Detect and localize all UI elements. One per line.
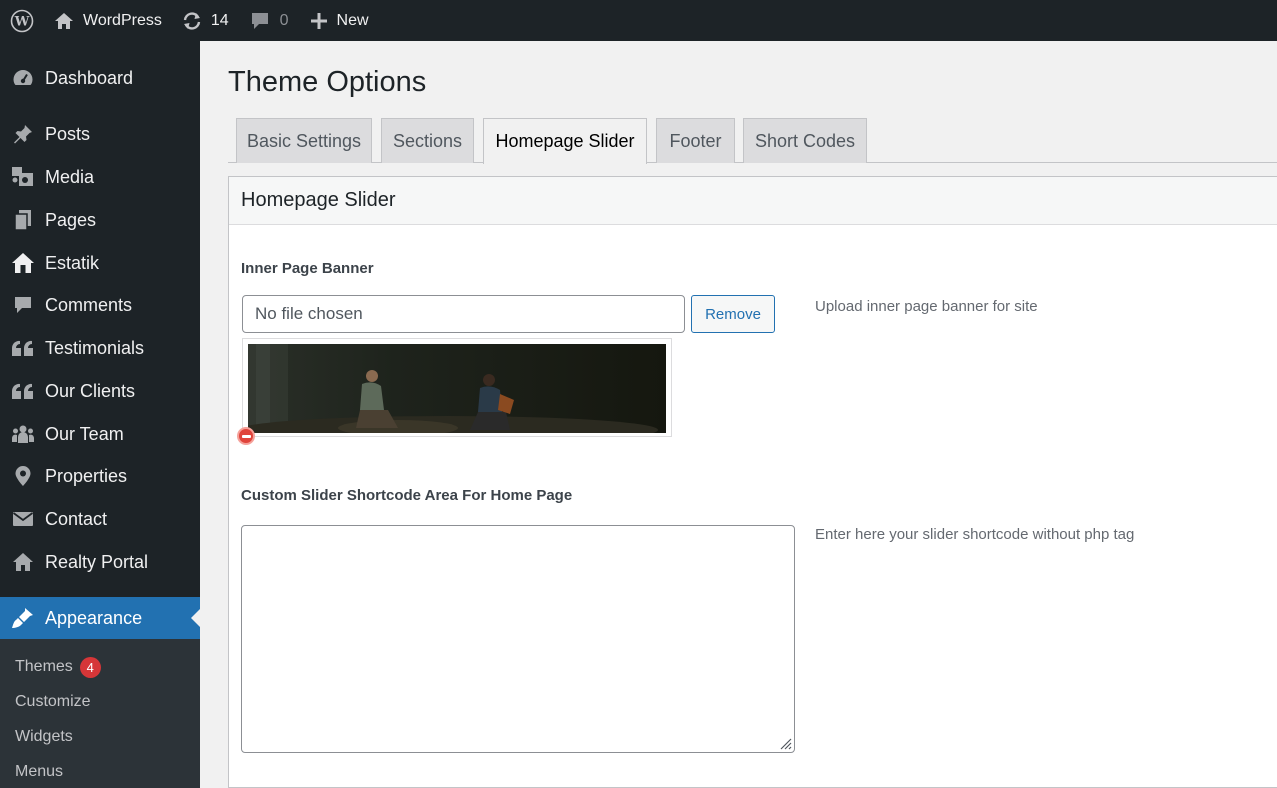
- inner-page-banner-label: Inner Page Banner: [241, 260, 374, 277]
- tab-homepage-slider[interactable]: Homepage Slider: [483, 118, 647, 164]
- sidebar-item-our-clients[interactable]: Our Clients: [0, 373, 200, 409]
- submenu-item-label: Customize: [15, 693, 91, 710]
- quote-icon: [0, 382, 45, 400]
- quote-icon: [0, 339, 45, 357]
- options-tab-bar: Basic Settings Sections Homepage Slider …: [228, 118, 1277, 164]
- sidebar-item-label: Contact: [45, 508, 108, 529]
- sidebar-item-label: Comments: [45, 294, 133, 315]
- sidebar-item-label: Pages: [45, 209, 97, 230]
- update-count-badge: 4: [79, 656, 101, 678]
- panel-heading: Homepage Slider: [229, 177, 1277, 225]
- page-title: Theme Options: [228, 66, 427, 98]
- banner-preview: [242, 338, 672, 437]
- tab-sections[interactable]: Sections: [381, 118, 474, 163]
- remove-image-icon[interactable]: [237, 427, 255, 445]
- submenu-item-label: Widgets: [15, 728, 73, 745]
- banner-help-text: Upload inner page banner for site: [815, 298, 1038, 315]
- submenu-item-label: Themes: [15, 658, 73, 675]
- pin-icon: [0, 124, 45, 144]
- comment-icon: [250, 11, 270, 31]
- sidebar-item-comments[interactable]: Comments: [0, 287, 200, 323]
- tab-basic-settings[interactable]: Basic Settings: [236, 118, 372, 163]
- house-icon: [0, 552, 45, 572]
- updates-icon: [182, 11, 202, 30]
- shortcode-help-text: Enter here your slider shortcode without…: [815, 526, 1135, 543]
- sidebar-item-appearance[interactable]: Appearance: [0, 597, 200, 639]
- slider-shortcode-textarea[interactable]: [241, 525, 795, 753]
- sidebar-item-label: Our Team: [45, 423, 124, 444]
- remove-banner-button[interactable]: Remove: [691, 295, 775, 333]
- sidebar-item-label: Media: [45, 166, 95, 187]
- email-icon: [0, 510, 45, 528]
- sidebar-item-dashboard[interactable]: Dashboard: [0, 60, 200, 96]
- site-name: WordPress: [83, 11, 162, 29]
- banner-file-input[interactable]: No file chosen: [242, 295, 685, 333]
- sidebar-item-label: Our Clients: [45, 380, 136, 401]
- submenu-item-customize[interactable]: Customize: [15, 691, 91, 713]
- updates-count: 14: [210, 11, 229, 29]
- sidebar-item-contact[interactable]: Contact: [0, 501, 200, 537]
- home-icon: [54, 12, 74, 30]
- submenu-item-themes[interactable]: Themes 4: [15, 656, 101, 678]
- new-label: New: [336, 11, 369, 29]
- sidebar-item-our-team[interactable]: Our Team: [0, 416, 200, 452]
- sidebar-item-realty-portal[interactable]: Realty Portal: [0, 544, 200, 580]
- sidebar-item-properties[interactable]: Properties: [0, 458, 200, 494]
- site-name-link[interactable]: WordPress: [54, 0, 162, 41]
- tab-footer[interactable]: Footer: [656, 118, 735, 163]
- brush-icon: [0, 607, 45, 629]
- submenu-item-label: Menus: [15, 763, 64, 780]
- media-icon: [0, 166, 45, 188]
- banner-preview-image: [248, 344, 666, 433]
- tab-short-codes[interactable]: Short Codes: [743, 118, 867, 163]
- plus-icon: [310, 12, 327, 29]
- sidebar-item-label: Dashboard: [45, 67, 134, 88]
- submenu-item-widgets[interactable]: Widgets: [15, 726, 73, 748]
- sidebar-item-label: Appearance: [45, 607, 143, 628]
- submenu-item-menus[interactable]: Menus: [15, 761, 63, 783]
- sidebar-item-label: Estatik: [45, 252, 100, 273]
- slider-shortcode-label: Custom Slider Shortcode Area For Home Pa…: [241, 487, 573, 504]
- comments-link[interactable]: 0: [250, 0, 289, 41]
- svg-text:W: W: [14, 14, 30, 29]
- sidebar-item-testimonials[interactable]: Testimonials: [0, 330, 200, 366]
- location-icon: [0, 465, 45, 487]
- admin-sidebar: Dashboard Posts Media Pages Estatik Comm…: [0, 41, 200, 788]
- sidebar-item-label: Properties: [45, 465, 128, 486]
- admin-bar: W WordPress 14 0 New: [0, 0, 1277, 41]
- wordpress-logo-icon[interactable]: W: [0, 0, 44, 41]
- pages-icon: [0, 209, 45, 231]
- updates-link[interactable]: 14: [182, 0, 229, 41]
- sidebar-item-label: Realty Portal: [45, 551, 149, 572]
- dashboard-icon: [0, 68, 45, 88]
- comment-icon: [0, 295, 45, 315]
- sidebar-item-label: Posts: [45, 123, 91, 144]
- new-content-link[interactable]: New: [310, 0, 369, 41]
- sidebar-item-estatik[interactable]: Estatik: [0, 245, 200, 281]
- resize-grip-icon[interactable]: [778, 736, 792, 750]
- appearance-submenu: Themes 4 Customize Widgets Menus: [0, 639, 200, 788]
- sidebar-item-label: Testimonials: [45, 337, 145, 358]
- homepage-slider-panel: Homepage Slider Inner Page Banner No fil…: [228, 176, 1277, 788]
- house-icon: [0, 252, 45, 274]
- sidebar-item-posts[interactable]: Posts: [0, 116, 200, 152]
- groups-icon: [0, 424, 45, 444]
- comments-count: 0: [279, 11, 289, 29]
- sidebar-item-pages[interactable]: Pages: [0, 202, 200, 238]
- sidebar-item-media[interactable]: Media: [0, 159, 200, 195]
